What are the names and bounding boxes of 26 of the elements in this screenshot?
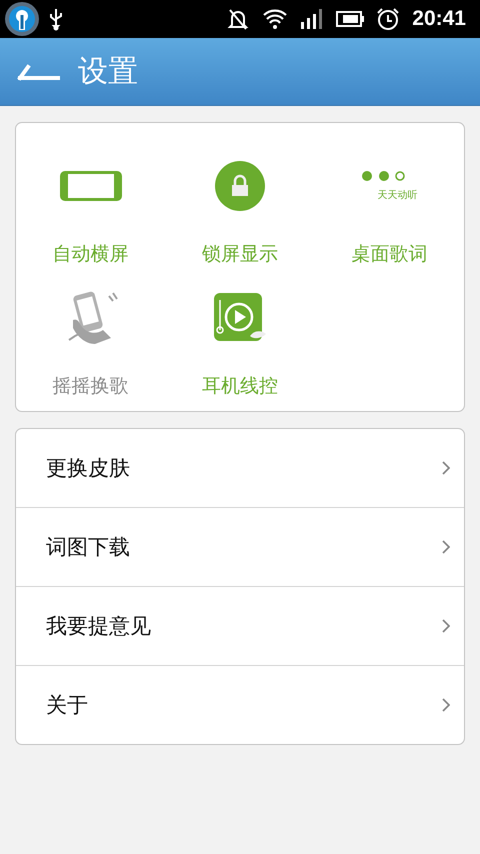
settings-menu-item[interactable]: 我要提意见 xyxy=(16,586,464,665)
battery-icon xyxy=(336,10,364,28)
toggle-tile[interactable]: 天天动听 桌面歌词 xyxy=(314,145,464,267)
back-arrow-icon[interactable] xyxy=(16,62,60,82)
settings-menu-item[interactable]: 更换皮肤 xyxy=(16,429,464,507)
muted-bell-icon xyxy=(226,7,250,31)
wifi-icon xyxy=(262,8,288,30)
settings-menu-item[interactable]: 词图下载 xyxy=(16,507,464,586)
chevron-right-icon xyxy=(442,461,450,475)
headset-play-icon xyxy=(212,292,268,344)
chevron-right-icon xyxy=(442,619,450,633)
app-logo-icon xyxy=(4,1,40,37)
usb-icon xyxy=(48,7,64,31)
toggle-tile[interactable]: 自动横屏 xyxy=(16,145,166,267)
landscape-phone-icon xyxy=(58,170,123,202)
page-title: 设置 xyxy=(78,53,138,91)
toggle-tile[interactable]: 耳机线控 xyxy=(165,277,315,399)
alarm-icon xyxy=(376,7,400,31)
toggle-tile[interactable]: 锁屏显示 xyxy=(165,145,315,267)
signal-icon xyxy=(300,8,324,30)
settings-menu-item[interactable]: 关于 xyxy=(16,665,464,744)
padlock-icon xyxy=(214,161,265,211)
chevron-right-icon xyxy=(442,698,450,712)
toggle-tile[interactable]: 摇摇换歌 xyxy=(16,277,166,399)
chevron-right-icon xyxy=(442,540,450,554)
status-time: 20:41 xyxy=(412,7,466,31)
